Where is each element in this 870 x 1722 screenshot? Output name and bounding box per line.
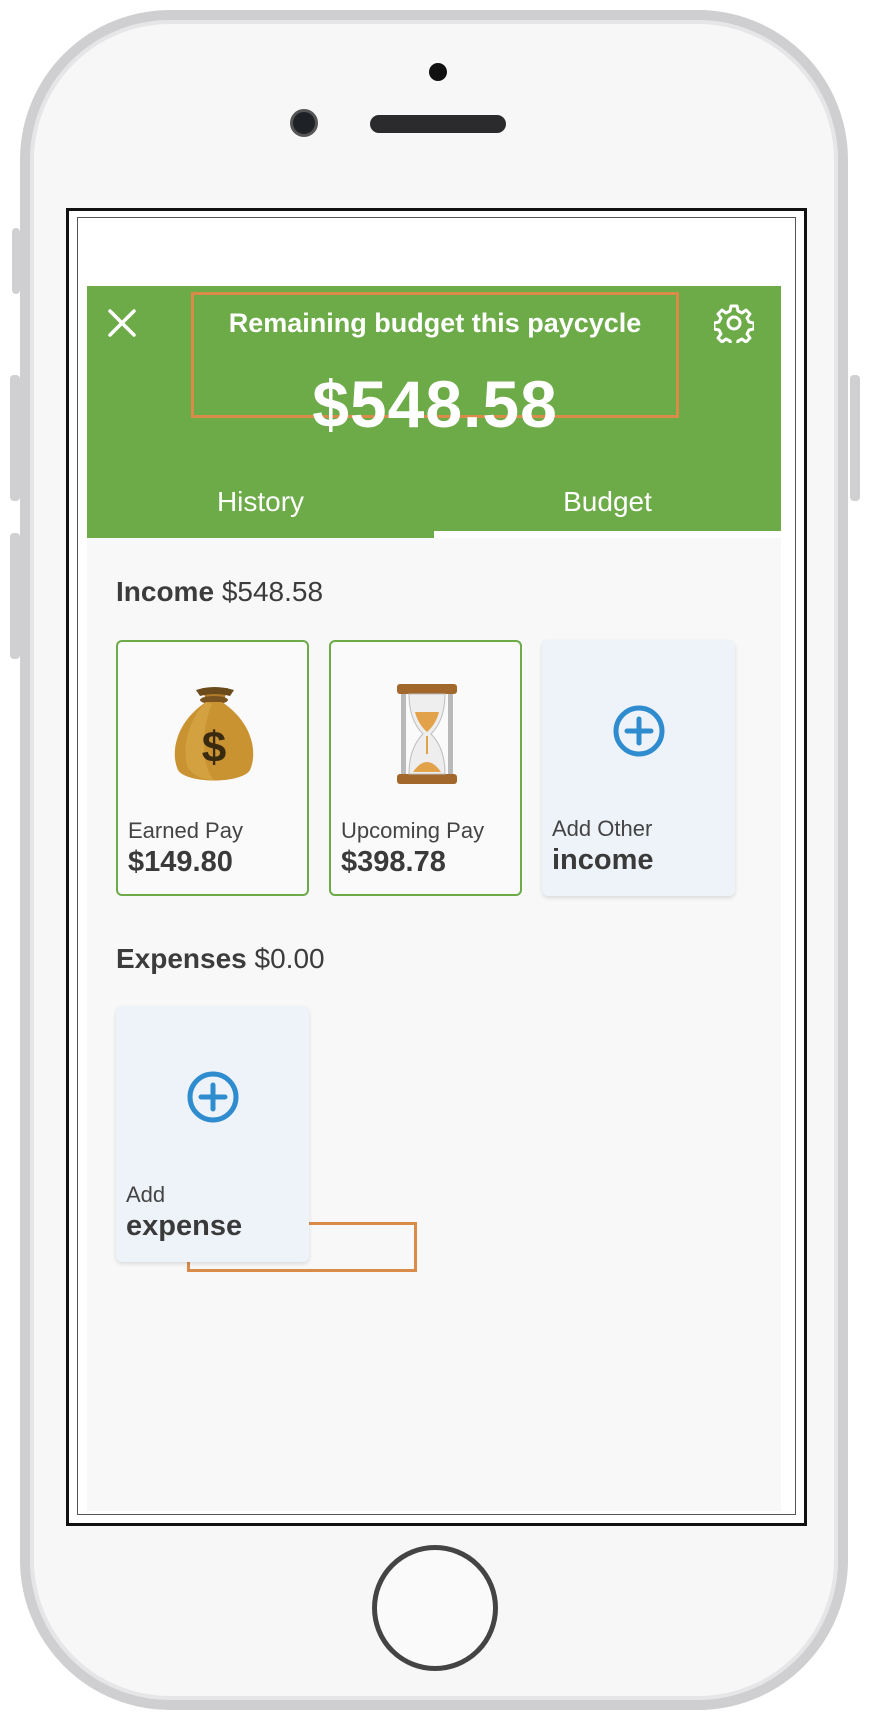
earpiece-speaker	[370, 115, 506, 133]
plus-circle-icon	[187, 1071, 239, 1123]
add-other-value: income	[552, 844, 654, 876]
add-other-income-card[interactable]: Add Other income	[542, 640, 735, 896]
home-button[interactable]	[372, 1545, 498, 1671]
proximity-sensor	[429, 63, 447, 81]
income-total: $548.58	[221, 576, 324, 607]
earned-pay-card[interactable]: $ Earned Pay $149.80	[116, 640, 309, 896]
volume-up-button	[10, 375, 20, 501]
upcoming-pay-value: $398.78	[341, 846, 446, 878]
volume-down-button	[10, 533, 20, 659]
money-bag-icon: $	[174, 687, 254, 781]
hourglass-icon	[397, 684, 457, 784]
add-expense-value: expense	[126, 1210, 243, 1242]
power-button	[850, 375, 860, 501]
front-camera	[290, 109, 318, 137]
tab-budget[interactable]: Budget	[434, 486, 781, 518]
add-expense-card[interactable]: Add expense	[116, 1006, 309, 1262]
close-icon[interactable]	[105, 306, 139, 340]
earned-pay-label: Earned Pay	[128, 818, 243, 843]
upcoming-pay-label: Upcoming Pay	[341, 818, 485, 843]
expenses-section-label: Expenses $0.00	[116, 943, 325, 975]
mute-switch	[12, 228, 20, 294]
remaining-budget-title: Remaining budget this paycycle	[228, 308, 642, 338]
budget-header: Remaining budget this paycycle $548.58 H…	[87, 286, 781, 538]
plus-circle-icon	[613, 705, 665, 757]
income-label: Income	[116, 576, 215, 607]
expenses-label: Expenses	[116, 943, 247, 974]
add-other-label: Add Other	[552, 816, 653, 841]
upcoming-pay-card[interactable]: Upcoming Pay $398.78	[329, 640, 522, 896]
expenses-total: $0.00	[254, 943, 325, 974]
tab-history[interactable]: History	[87, 486, 434, 518]
earned-pay-value: $149.80	[128, 846, 233, 878]
remaining-budget-amount: $548.58	[312, 367, 558, 441]
active-tab-indicator	[434, 531, 781, 538]
add-expense-label: Add	[126, 1182, 166, 1207]
svg-text:$: $	[202, 723, 226, 772]
gear-icon[interactable]	[714, 303, 754, 343]
app-content: Remaining budget this paycycle $548.58 H…	[87, 286, 781, 1511]
income-section-label: Income $548.58	[116, 576, 323, 608]
